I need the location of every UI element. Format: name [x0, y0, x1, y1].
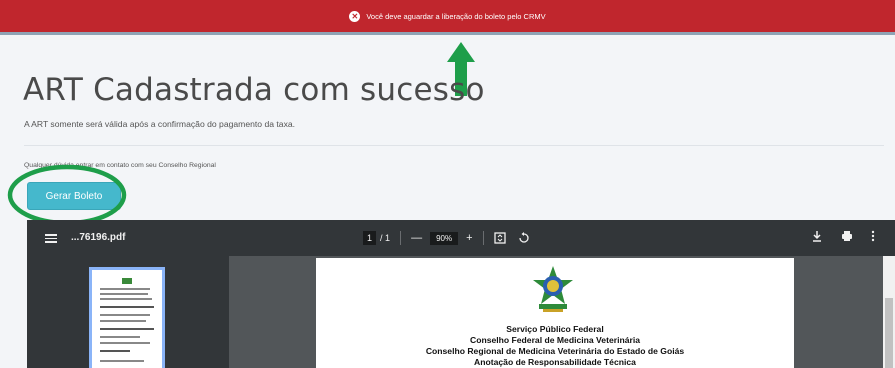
- page-separator: /: [380, 233, 383, 243]
- doc-header-line: Conselho Federal de Medicina Veterinária: [469, 335, 641, 345]
- coat-of-arms-icon: [533, 266, 573, 312]
- pdf-toolbar: ...76196.pdf 1 / 1 — 90% +: [27, 220, 895, 256]
- doc-header-line: Serviço Público Federal: [506, 324, 604, 334]
- alert-message: Você deve aguardar a liberação do boleto…: [366, 11, 546, 21]
- zoom-in-icon[interactable]: +: [466, 232, 472, 244]
- fit-page-icon[interactable]: [493, 232, 506, 244]
- page-total: 1: [385, 233, 391, 243]
- doc-header-line: Anotação de Responsabilidade Técnica: [474, 357, 636, 367]
- alert-underline: [0, 32, 895, 35]
- scrollbar[interactable]: [883, 256, 895, 368]
- pdf-viewer: ...76196.pdf 1 / 1 — 90% + Serviço Públi…: [27, 220, 895, 368]
- page-title: ART Cadastrada com sucesso: [23, 72, 485, 108]
- scroll-thumb[interactable]: [885, 298, 893, 368]
- divider: [24, 145, 884, 146]
- pdf-page-controls: 1 / 1 — 90% +: [363, 229, 530, 247]
- close-circle-icon[interactable]: ✕: [349, 10, 361, 22]
- pdf-page: Serviço Público Federal Conselho Federal…: [316, 258, 794, 368]
- rotate-icon[interactable]: [518, 232, 530, 244]
- pdf-filename: ...76196.pdf: [71, 232, 126, 243]
- highlight-circle-annotation: [7, 164, 127, 226]
- alert-bar: ✕ Você deve aguardar a liberação do bole…: [0, 0, 895, 32]
- page-thumbnail[interactable]: [89, 267, 165, 368]
- thumbnail-pane: [27, 256, 229, 368]
- download-icon[interactable]: [811, 230, 823, 242]
- page-subtitle: A ART somente será válida após a confirm…: [24, 119, 296, 129]
- zoom-input[interactable]: 90%: [430, 231, 459, 245]
- toolbar-separator: [482, 231, 484, 245]
- print-icon[interactable]: [841, 230, 853, 242]
- page-number-input[interactable]: 1: [363, 231, 377, 245]
- doc-header-line: Conselho Regional de Medicina Veterinári…: [425, 346, 685, 356]
- zoom-out-icon[interactable]: —: [411, 232, 422, 244]
- menu-icon[interactable]: [45, 234, 57, 243]
- more-vert-icon[interactable]: [871, 230, 875, 242]
- toolbar-separator: [400, 231, 402, 245]
- pdf-actions: [811, 230, 875, 242]
